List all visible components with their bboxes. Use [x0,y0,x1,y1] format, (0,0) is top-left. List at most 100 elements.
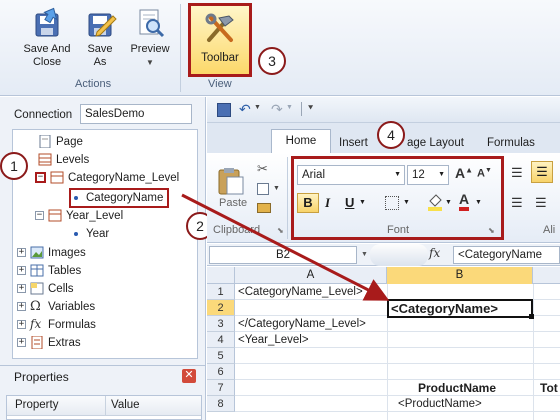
grow-font-icon[interactable]: A▲ [455,165,473,181]
tree-item-tables[interactable]: + Tables [17,262,81,279]
chevron-down-icon[interactable]: ▼ [254,104,261,111]
cell-a1[interactable]: <CategoryName_Level> [235,284,363,300]
group-divider [180,4,181,92]
chevron-down-icon[interactable]: ▼ [286,104,293,111]
formula-buttons [370,244,428,266]
dialog-launcher-icon[interactable]: ⬊ [277,226,284,235]
expand-toggle[interactable]: + [17,248,26,257]
row-header[interactable]: 1 [207,284,235,300]
tree-item-categoryname-level[interactable]: − CategoryName_Level [35,169,179,186]
tree-item-categoryname[interactable]: CategoryName [69,188,170,208]
tree-item-page[interactable]: Page [25,133,83,150]
tree-item-images[interactable]: + Images [17,244,86,261]
cut-icon[interactable]: ✂ [257,161,268,177]
row-header[interactable]: 2 [207,300,235,316]
tree-label: Year [86,227,110,240]
row-header[interactable]: 4 [207,332,235,348]
fill-handle[interactable] [529,314,534,319]
chevron-down-icon[interactable]: ▼ [359,199,366,206]
column-header-a[interactable]: A [235,267,387,284]
close-icon[interactable]: ✕ [182,369,196,383]
shrink-font-icon[interactable]: A▼ [477,167,492,180]
fx-icon[interactable]: fx [429,246,440,260]
cell-b8[interactable]: <ProductName> [395,396,482,412]
bold-button[interactable]: B [297,193,319,213]
tree-label: Formulas [48,318,96,331]
formula-input[interactable]: <CategoryName [453,246,560,264]
paste-label[interactable]: Paste [219,197,247,209]
tab-home[interactable]: Home [271,129,331,154]
column-header-b[interactable]: B [387,267,533,284]
level-icon [48,209,62,222]
row-header[interactable]: 7 [207,380,235,396]
cell-b7[interactable]: ProductName [415,380,496,396]
fill-color-icon[interactable] [427,193,443,211]
align-left-icon[interactable]: ☰ [511,195,523,211]
home-ribbon: Paste ✂ ▼ Clipboard ⬊ Arial ▼ 12 ▼ A▲ A▼… [207,153,560,243]
tree-label: Extras [48,336,81,349]
align-top-icon[interactable]: ☰ [511,165,523,181]
borders-icon[interactable] [385,196,399,210]
tab-page-layout[interactable]: age Layout [407,137,464,149]
designer-side-panel: Connection SalesDemo Page Levels − Categ… [0,97,206,420]
chevron-down-icon[interactable]: ▼ [273,185,280,192]
collapse-toggle[interactable]: − [35,172,46,183]
chevron-down-icon[interactable]: ▼ [403,199,410,206]
tree-item-formulas[interactable]: + fx Formulas [17,316,96,333]
selected-cell-b2[interactable]: <CategoryName> [387,299,534,319]
tree-item-year-level[interactable]: − Year_Level [35,207,123,224]
preview-button[interactable]: Preview ▼ [124,6,176,69]
collapse-toggle[interactable]: − [35,211,44,220]
chevron-down-icon[interactable]: ▼ [445,199,452,206]
toolbar-button[interactable]: Toolbar [188,3,252,77]
align-middle-icon[interactable]: ☰ [531,161,553,183]
underline-button[interactable]: U [345,195,354,210]
cell-a4[interactable]: <Year_Level> [235,332,309,348]
undo-icon[interactable]: ↶ [239,101,251,118]
tree-item-year[interactable]: Year [71,225,109,242]
tree-item-variables[interactable]: + Ω Variables [17,298,95,315]
cell-c7[interactable]: Tot [537,380,558,396]
select-all-corner[interactable] [207,267,235,284]
customize-toolbar-icon[interactable]: ⯆ [307,103,314,114]
spreadsheet-grid: 1 2 3 4 5 6 7 8 <CategoryName_Level> <Ca… [207,284,560,420]
expand-toggle[interactable]: + [17,338,26,347]
expand-toggle[interactable]: + [17,284,26,293]
tree-item-cells[interactable]: + Cells [17,280,74,297]
tree-label: Variables [48,300,96,313]
formula-bar: B2 ▼ fx <CategoryName [207,244,560,266]
save-and-close-button[interactable]: Save And Close [16,6,78,69]
font-color-icon[interactable]: A [459,191,470,211]
dialog-launcher-icon[interactable]: ⬊ [488,226,495,235]
tree-item-levels[interactable]: Levels [25,151,89,168]
row-header[interactable]: 5 [207,348,235,364]
format-painter-icon[interactable] [257,203,271,213]
font-name-select[interactable]: Arial ▼ [297,165,405,185]
paste-icon[interactable] [215,167,245,195]
save-icon[interactable] [217,103,231,117]
chevron-down-icon[interactable]: ▼ [361,251,368,258]
save-as-button[interactable]: Save As [80,6,120,69]
chevron-down-icon[interactable]: ▼ [475,199,482,206]
row-header[interactable]: 8 [207,396,235,412]
expand-toggle[interactable]: + [17,320,26,329]
copy-icon[interactable] [257,183,269,195]
font-name-value: Arial [302,169,326,181]
actions-group-label: Actions [75,78,112,90]
name-box[interactable]: B2 [209,246,357,264]
expand-toggle[interactable]: + [17,266,26,275]
cell-a3[interactable]: </CategoryName_Level> [235,316,366,332]
italic-button[interactable]: I [325,195,330,211]
tab-insert[interactable]: Insert [339,137,368,149]
alignment-group-label: Ali [543,224,556,236]
tab-formulas[interactable]: Formulas [487,137,535,149]
row-header[interactable]: 6 [207,364,235,380]
font-size-select[interactable]: 12 ▼ [407,165,449,185]
expand-toggle[interactable]: + [17,302,26,311]
tree-item-extras[interactable]: + Extras [17,334,81,351]
align-center-icon[interactable]: ☰ [535,195,547,211]
redo-icon[interactable]: ↷ [271,101,283,118]
tree-label: CategoryName_Level [68,171,180,184]
row-header[interactable]: 3 [207,316,235,332]
connection-select[interactable]: SalesDemo [80,104,192,124]
